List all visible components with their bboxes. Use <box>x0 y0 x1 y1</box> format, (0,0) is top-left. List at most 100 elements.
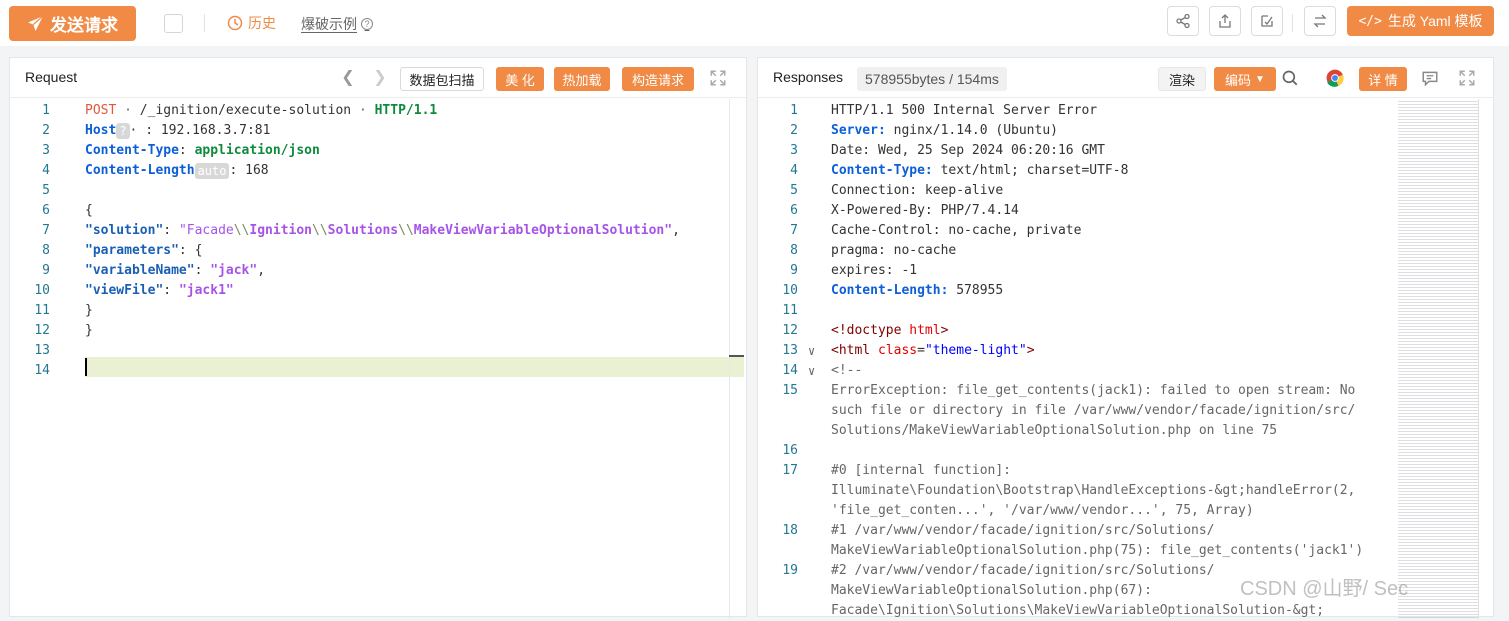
token: 'file_get_conten...', '/var/www/vendor..… <box>831 503 1254 518</box>
line-number: 2 <box>42 123 50 138</box>
code-icon: </> <box>1358 13 1382 29</box>
token: 578955 <box>948 283 1004 298</box>
help-icon[interactable]: ? <box>361 18 373 30</box>
line-text: ErrorException: file_get_contents(jack1)… <box>831 381 1355 401</box>
export-button[interactable] <box>1209 6 1241 36</box>
token: Content-Length: <box>831 283 949 298</box>
render-button[interactable]: 渲染 <box>1158 67 1206 91</box>
line-number: 10 <box>34 283 50 298</box>
line-text: "viewFile": "jack1" <box>85 281 234 301</box>
build-request-label: 构造请求 <box>631 72 684 88</box>
line-text: Host? · : 192.168.3.7:81 <box>85 121 270 141</box>
packet-scan-button[interactable]: 数据包扫描 <box>400 67 484 91</box>
chevron-down-icon: ▼ <box>1255 73 1265 85</box>
line-text: Illuminate\Foundation\Bootstrap\HandleEx… <box>831 481 1363 501</box>
build-request-button[interactable]: 构造请求 <box>622 67 694 91</box>
token: Solutions <box>327 223 399 238</box>
token: , <box>672 223 680 238</box>
token: : <box>163 283 179 298</box>
token: "Facade <box>178 223 234 238</box>
token: · <box>351 103 375 118</box>
top-toolbar: 发送请求 历史 爆破示例 ? </> 生成 Yaml 模板 <box>0 0 1509 46</box>
token: HTTP/1.1 500 Internal Server Error <box>831 103 1098 118</box>
share-button[interactable] <box>1167 6 1199 36</box>
token: } <box>85 323 93 338</box>
line-text: <html class="theme-light"> <box>831 341 1035 361</box>
line-number: 14 <box>782 363 798 378</box>
blast-example-link[interactable]: 爆破示例 ? <box>301 14 373 34</box>
token: ErrorException: file_get_contents(jack1)… <box>831 383 1356 398</box>
generate-yaml-button[interactable]: </> 生成 Yaml 模板 <box>1347 6 1494 36</box>
token: : <box>178 143 195 158</box>
detail-button[interactable]: 详 情 <box>1359 67 1407 91</box>
history-button[interactable]: 历史 <box>227 13 276 33</box>
line-text: "solution": "Facade\\Ignition\\Solutions… <box>85 221 680 241</box>
packet-scan-label: 数据包扫描 <box>409 72 475 88</box>
line-text: } <box>85 301 93 321</box>
line-number: 13 <box>34 343 50 358</box>
token: HTTP/1.1 <box>374 103 438 118</box>
minimap-scrollbar[interactable] <box>1478 99 1479 619</box>
minimap[interactable] <box>1398 99 1478 619</box>
comment-icon[interactable] <box>1421 69 1439 87</box>
line-number: 11 <box>782 303 798 318</box>
chevron-right-icon[interactable]: ❯ <box>372 68 388 86</box>
expand-icon[interactable] <box>709 69 727 87</box>
hot-load-button[interactable]: 热加载 <box>554 67 610 91</box>
line-text: X-Powered-By: PHP/7.4.14 <box>831 201 1019 221</box>
fold-chevron-icon[interactable]: ∨ <box>808 361 815 381</box>
clock-icon <box>227 15 243 31</box>
expand-icon[interactable] <box>1458 69 1476 87</box>
scroll-marker <box>729 355 744 357</box>
send-request-button[interactable]: 发送请求 <box>9 6 136 41</box>
line-text: #1 /var/www/vendor/facade/ignition/src/S… <box>831 521 1215 541</box>
line-text: 'file_get_conten...', '/var/www/vendor..… <box>831 501 1254 521</box>
request-title: Request <box>25 69 78 85</box>
token: html <box>909 323 941 338</box>
token: \\ <box>398 223 414 238</box>
token: expires: -1 <box>831 263 918 278</box>
line-number: 9 <box>790 263 798 278</box>
token: Host <box>85 123 117 138</box>
line-number: 16 <box>782 443 798 458</box>
line-text: } <box>85 321 93 341</box>
token: : { <box>178 243 203 258</box>
line-number: 9 <box>42 263 50 278</box>
chevron-left-icon[interactable]: ❮ <box>340 68 356 86</box>
render-label: 渲染 <box>1168 72 1195 88</box>
line-number: 19 <box>782 563 798 578</box>
token: <!-- <box>831 363 863 378</box>
line-text: #2 /var/www/vendor/facade/ignition/src/S… <box>831 561 1215 581</box>
line-number: 12 <box>34 323 50 338</box>
line-number: 5 <box>42 183 50 198</box>
token: Date: Wed, 25 Sep 2024 06:20:16 GMT <box>831 143 1105 158</box>
token: · <box>116 103 140 118</box>
response-header: Responses 578955bytes / 154ms 渲染 编码 ▼ 详 情 <box>758 58 1493 98</box>
divider <box>1292 14 1293 32</box>
hint-badge: auto <box>194 162 230 179</box>
token: : <box>163 223 179 238</box>
encoding-dropdown[interactable]: 编码 ▼ <box>1214 67 1276 91</box>
option-checkbox[interactable] <box>164 14 183 33</box>
fold-chevron-icon[interactable]: ∨ <box>808 341 815 361</box>
token: MakeViewVariableOptionalSolution.php(75)… <box>831 543 1364 558</box>
line-number: 4 <box>790 163 798 178</box>
search-icon[interactable] <box>1281 69 1299 87</box>
line-text: Solutions/MakeViewVariableOptionalSoluti… <box>831 421 1277 441</box>
beautify-button[interactable]: 美 化 <box>496 67 544 91</box>
request-editor[interactable]: 1 POST · /_ignition/execute-solution · HT… <box>10 99 746 619</box>
edit-button[interactable] <box>1251 6 1283 36</box>
editor-scrollbar-track[interactable] <box>729 99 730 619</box>
line-text: such file or directory in file /var/www/… <box>831 401 1355 421</box>
chrome-icon[interactable] <box>1326 69 1344 87</box>
line-text: Server: nginx/1.14.0 (Ubuntu) <box>831 121 1058 141</box>
line-text: pragma: no-cache <box>831 241 956 261</box>
token: Content-Length <box>85 163 195 178</box>
line-text: Content-Type: text/html; charset=UTF-8 <box>831 161 1128 181</box>
send-icon <box>28 15 44 31</box>
token: such file or directory in file /var/www/… <box>831 403 1356 418</box>
token: · : 192.168.3.7:81 <box>129 123 271 138</box>
response-viewer[interactable]: 1 HTTP/1.1 500 Internal Server Error 2 Serv… <box>758 99 1493 619</box>
divider <box>204 14 205 32</box>
swap-button[interactable] <box>1304 6 1336 36</box>
